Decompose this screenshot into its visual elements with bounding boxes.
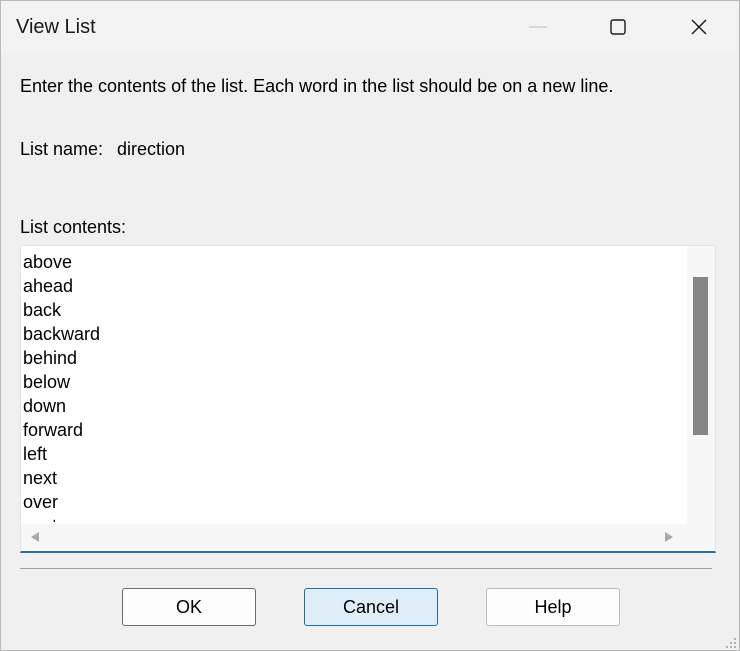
list-line: next	[23, 468, 58, 488]
vertical-scrollbar[interactable]	[687, 246, 715, 524]
vertical-scroll-thumb[interactable]	[693, 277, 708, 435]
list-line: back	[23, 300, 62, 320]
cancel-button[interactable]: Cancel	[304, 588, 438, 626]
instruction-text: Enter the contents of the list. Each wor…	[20, 76, 614, 96]
help-button[interactable]: Help	[486, 588, 620, 626]
list-contents-lines[interactable]: above ahead back backward behind below down for…	[23, 250, 683, 522]
view-list-dialog: View List Enter the contents of the list…	[0, 0, 740, 651]
close-icon	[691, 19, 707, 35]
title-bar[interactable]: View List	[1, 1, 739, 53]
chevron-left-icon[interactable]	[31, 532, 39, 542]
resize-grip-icon[interactable]	[725, 637, 737, 649]
list-line: forward	[23, 420, 84, 440]
list-line: backward	[23, 324, 101, 344]
horizontal-scrollbar[interactable]	[21, 524, 687, 549]
divider	[20, 568, 712, 569]
list-line: past	[23, 514, 683, 522]
minimize-button[interactable]	[498, 1, 578, 53]
list-line: above	[23, 252, 73, 272]
list-line: over	[23, 492, 59, 512]
close-button[interactable]	[659, 1, 739, 53]
maximize-icon	[610, 19, 626, 35]
list-line: below	[23, 372, 71, 392]
list-name-value: direction	[117, 139, 186, 159]
window-title: View List	[16, 16, 96, 38]
minimize-icon	[529, 26, 547, 28]
list-line: down	[23, 396, 67, 416]
list-line: ahead	[23, 276, 74, 296]
list-name-label: List name:	[20, 139, 104, 159]
chevron-right-icon[interactable]	[665, 532, 673, 542]
ok-button[interactable]: OK	[122, 588, 256, 626]
maximize-button[interactable]	[578, 1, 658, 53]
list-contents-textarea[interactable]: above ahead back backward behind below down for…	[20, 245, 716, 553]
scrollbar-corner	[687, 524, 715, 549]
list-line: behind	[23, 348, 78, 368]
list-contents-label: List contents:	[20, 217, 127, 237]
list-line: left	[23, 444, 48, 464]
